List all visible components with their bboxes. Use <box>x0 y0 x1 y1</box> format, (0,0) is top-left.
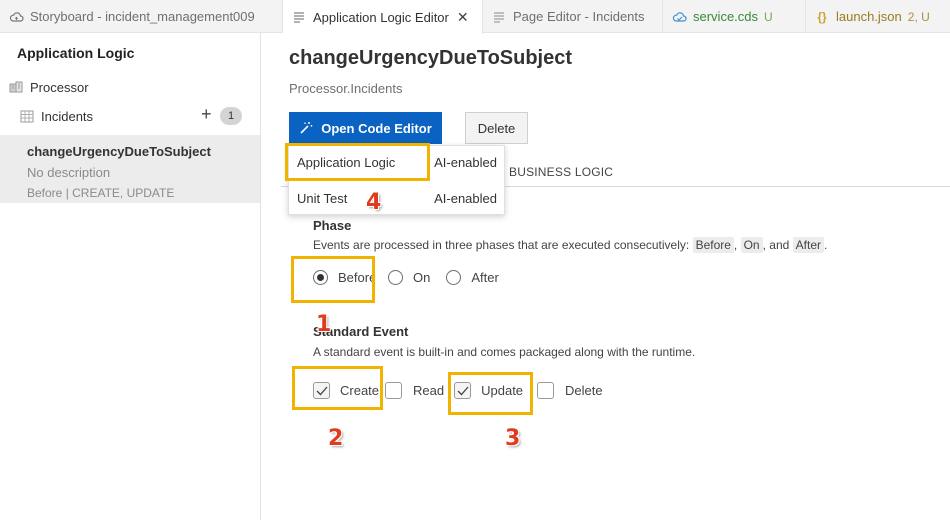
problems-badge: 2, U <box>907 9 930 24</box>
standard-event-description: A standard event is built-in and comes p… <box>313 345 696 359</box>
logic-name: changeUrgencyDueToSubject <box>27 144 211 159</box>
count-badge: 1 <box>220 107 242 125</box>
editor-tab-bar: Storyboard - incident_management009 Appl… <box>0 0 950 34</box>
checkbox-delete[interactable] <box>537 382 555 399</box>
tab-storyboard[interactable]: Storyboard - incident_management009 <box>0 0 283 33</box>
sidebar-item-label: Incidents <box>41 108 94 124</box>
highlight-box-before <box>291 256 375 303</box>
highlight-box-create <box>292 366 383 410</box>
tab-page-editor[interactable]: Page Editor - Incidents <box>483 0 663 33</box>
highlight-box-application-logic <box>285 143 430 181</box>
ai-enabled-tag: AI-enabled <box>434 154 497 170</box>
page-subtitle: Processor.Incidents <box>289 81 403 96</box>
highlight-box-update <box>448 372 533 415</box>
radio-after-label: After <box>471 270 499 285</box>
tab-launch-json[interactable]: {} launch.json 2, U <box>806 0 950 33</box>
radio-on[interactable] <box>388 270 403 285</box>
annotation-number-1: 1 <box>316 312 332 337</box>
radio-on-label: On <box>413 270 431 285</box>
ai-enabled-tag: AI-enabled <box>434 190 497 206</box>
tab-label: launch.json <box>836 9 902 24</box>
lines-icon <box>491 9 507 25</box>
magic-wand-icon <box>299 121 313 135</box>
braces-icon: {} <box>817 9 827 24</box>
table-icon <box>19 108 35 124</box>
open-code-editor-button[interactable]: Open Code Editor <box>289 112 442 144</box>
tab-application-logic-editor[interactable]: Application Logic Editor ✕ <box>283 0 483 34</box>
radio-after[interactable] <box>446 270 462 285</box>
tab-label: Page Editor - Incidents <box>513 9 645 24</box>
phase-title: Phase <box>313 218 352 233</box>
lines-icon <box>291 9 307 25</box>
annotation-number-2: 2 <box>328 426 344 451</box>
sidebar-item-incidents[interactable]: Incidents <box>19 108 93 124</box>
phase-description: Events are processed in three phases tha… <box>313 237 828 253</box>
menu-item-label: Unit Test <box>297 190 348 206</box>
checkbox-read[interactable] <box>385 382 403 399</box>
tab-service-cds[interactable]: service.cds U <box>663 0 806 33</box>
untracked-badge: U <box>764 9 773 24</box>
selected-logic-item[interactable]: changeUrgencyDueToSubject No description… <box>0 135 260 203</box>
logic-meta: Before | CREATE, UPDATE <box>27 186 175 200</box>
annotation-number-3: 3 <box>505 426 521 451</box>
checkbox-read-label: Read <box>413 383 445 398</box>
tab-business-logic[interactable]: BUSINESS LOGIC <box>509 165 613 179</box>
cds-icon <box>671 9 687 25</box>
tab-label: Storyboard - incident_management009 <box>30 9 255 24</box>
tab-label: Application Logic Editor <box>313 9 449 25</box>
page-title: changeUrgencyDueToSubject <box>289 47 573 69</box>
close-icon[interactable]: ✕ <box>457 9 469 26</box>
sidebar-item-label: Processor <box>30 79 89 95</box>
delete-button[interactable]: Delete <box>465 112 528 144</box>
checkbox-delete-label: Delete <box>565 383 603 398</box>
sidebar-title: Application Logic <box>17 45 135 61</box>
menu-item-unit-test[interactable]: Unit Test AI-enabled <box>289 182 506 214</box>
add-icon[interactable]: + <box>201 105 212 123</box>
open-code-editor-label: Open Code Editor <box>321 120 432 136</box>
annotation-number-4: 4 <box>366 190 382 215</box>
application-logic-sidebar: Application Logic Processor Incidents + … <box>0 33 261 520</box>
cloud-icon <box>8 9 24 25</box>
processor-icon <box>8 79 24 95</box>
tab-label: service.cds <box>693 9 759 24</box>
logic-description: No description <box>27 165 111 180</box>
sidebar-item-processor[interactable]: Processor <box>8 79 89 95</box>
